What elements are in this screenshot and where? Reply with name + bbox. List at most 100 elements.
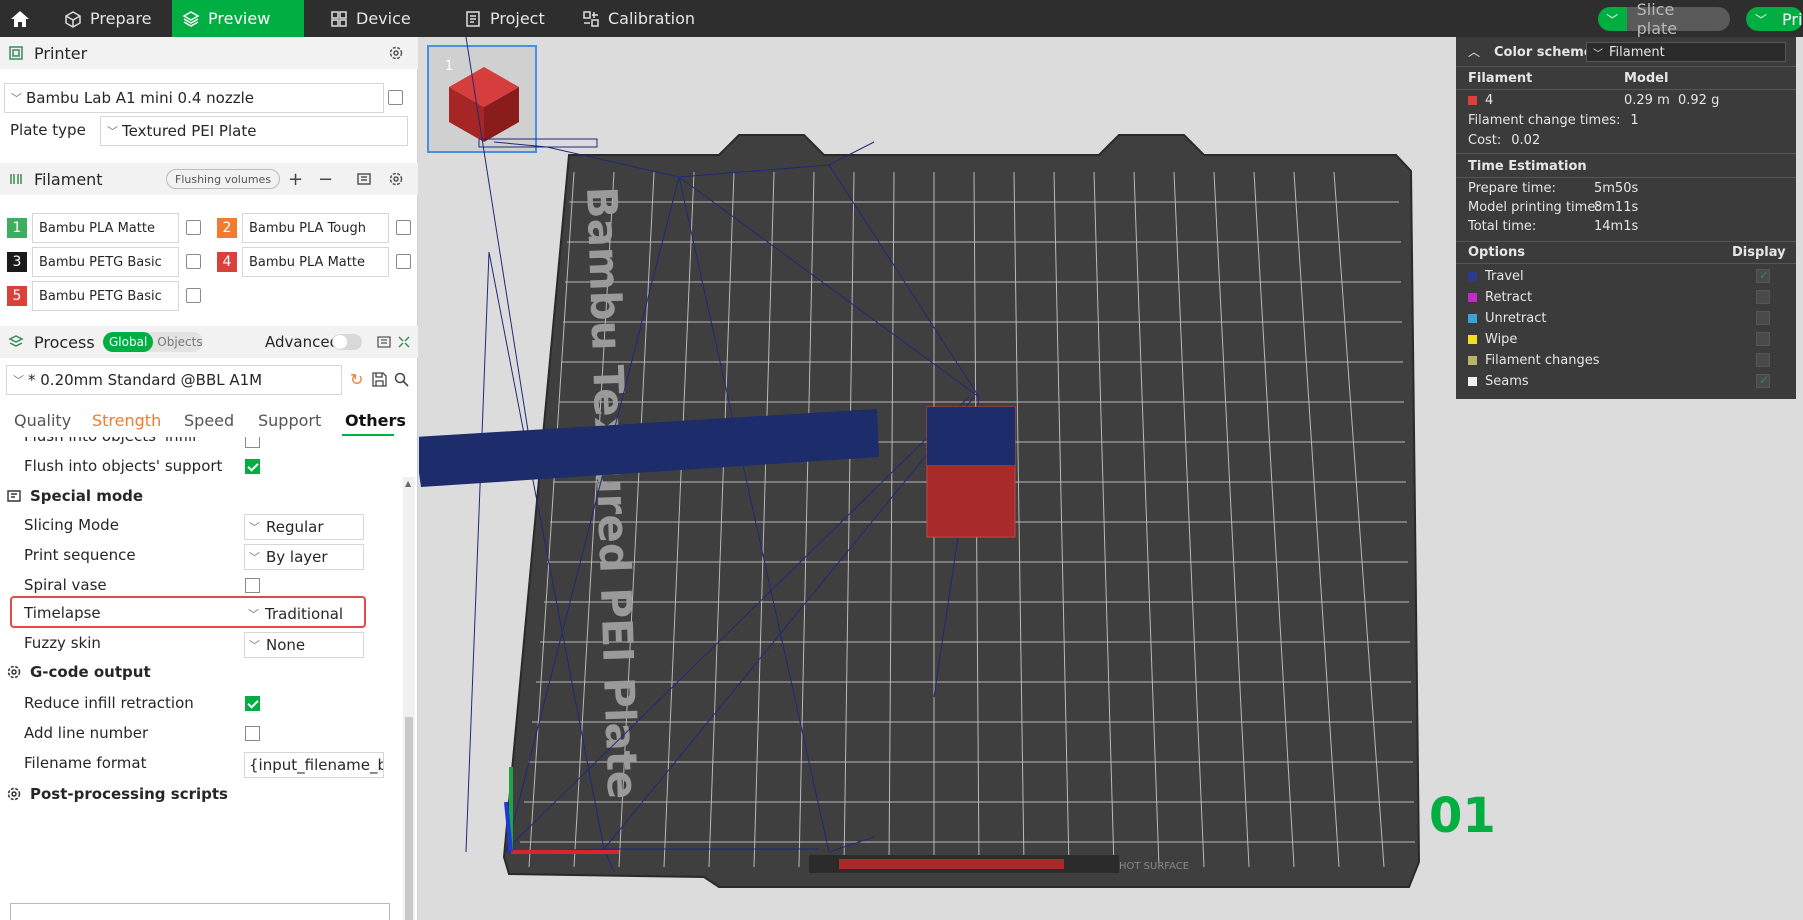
edit-icon[interactable]	[388, 90, 403, 105]
add-filament-icon[interactable]: +	[288, 169, 303, 190]
home-button[interactable]	[0, 0, 40, 37]
print-sequence-select[interactable]: ﹀ By layer	[244, 544, 364, 570]
chevron-down-icon[interactable]: ﹀	[1598, 7, 1627, 31]
filament-title: Filament	[34, 169, 103, 189]
timelapse-select[interactable]: ﹀ Traditional	[244, 601, 364, 627]
filament-3-select[interactable]: Bambu PETG Basic	[32, 247, 179, 277]
search-icon[interactable]	[394, 372, 409, 387]
filament-2-badge[interactable]: 2	[217, 218, 237, 238]
add-line-number-checkbox[interactable]	[245, 726, 260, 741]
printer-title: Printer	[34, 43, 88, 63]
tab-speed[interactable]: Speed	[184, 411, 234, 430]
filament-5-select[interactable]: Bambu PETG Basic	[32, 281, 179, 311]
slice-plate-button[interactable]: ﹀ Slice plate	[1598, 0, 1730, 38]
spiral-vase-checkbox[interactable]	[245, 578, 260, 593]
travel-display-checkbox[interactable]: ✓	[1756, 268, 1770, 283]
post-processing-header: Post-processing scripts	[6, 785, 228, 803]
scroll-up-icon[interactable]: ▲	[405, 479, 411, 488]
slicing-mode-select[interactable]: ﹀ Regular	[244, 514, 364, 540]
flushing-volumes-button[interactable]: Flushing volumes	[166, 169, 281, 189]
global-option[interactable]: Global	[103, 332, 154, 352]
add-line-number-label: Add line number	[24, 724, 149, 742]
color-scheme-label: Color scheme	[1494, 45, 1593, 60]
chevron-down-icon: ﹀	[249, 521, 260, 534]
reset-icon[interactable]: ↻	[350, 370, 363, 389]
post-processing-scripts-textarea[interactable]	[10, 903, 390, 920]
edit-icon[interactable]	[186, 254, 201, 269]
process-preset-select[interactable]: ﹀ * 0.20mm Standard @BBL A1M	[6, 365, 342, 395]
tab-support[interactable]: Support	[258, 411, 321, 430]
filament-icon	[10, 174, 22, 184]
sync-ams-icon[interactable]	[356, 171, 372, 187]
printer-icon	[9, 46, 23, 60]
retract-display-checkbox[interactable]	[1756, 290, 1770, 304]
color-scheme-select[interactable]: ﹀ Filament	[1586, 42, 1786, 62]
print-plate-button[interactable]: ﹀ Pri	[1746, 7, 1803, 31]
reduce-infill-label: Reduce infill retraction	[24, 694, 194, 712]
filament-3-badge[interactable]: 3	[7, 252, 27, 272]
tab-project[interactable]: Project	[454, 0, 564, 37]
sidebar-scrollbar[interactable]: ▲	[403, 477, 415, 920]
global-objects-toggle[interactable]: Global Objects	[103, 332, 203, 352]
fuzzy-skin-select[interactable]: ﹀ None	[244, 632, 364, 658]
gear-icon[interactable]	[388, 45, 404, 61]
unretract-display-checkbox[interactable]	[1756, 311, 1770, 325]
edit-icon[interactable]	[186, 220, 201, 235]
advanced-toggle[interactable]	[332, 334, 362, 350]
filament-4-select[interactable]: Bambu PLA Matte	[242, 247, 389, 277]
edit-icon[interactable]	[186, 288, 201, 303]
tab-prepare[interactable]: Prepare	[54, 0, 172, 37]
wipe-display-checkbox[interactable]	[1756, 332, 1770, 346]
plate-index: 01	[1429, 788, 1496, 844]
project-icon	[466, 10, 480, 27]
flush-infill-checkbox[interactable]	[245, 437, 260, 448]
tab-quality[interactable]: Quality	[14, 411, 71, 430]
remove-filament-icon[interactable]: −	[318, 169, 333, 190]
process-section-header: Process Global Objects Advanced	[0, 326, 418, 358]
process-icon	[8, 335, 24, 347]
printer-select[interactable]: ﹀ Bambu Lab A1 mini 0.4 nozzle	[4, 83, 384, 113]
filament-4-badge[interactable]: 4	[217, 252, 237, 272]
filament-5-badge[interactable]: 5	[7, 286, 27, 306]
advanced-label: Advanced	[265, 333, 340, 351]
total-time-value: 14m1s	[1594, 219, 1639, 234]
tab-calibration[interactable]: Calibration	[572, 0, 712, 37]
travel-swatch	[1468, 272, 1477, 281]
compare-icon[interactable]	[396, 334, 412, 350]
filament-1-badge[interactable]: 1	[7, 218, 27, 238]
spiral-vase-label: Spiral vase	[24, 576, 107, 594]
filament-2-select[interactable]: Bambu PLA Tough	[242, 213, 389, 243]
retract-swatch	[1468, 293, 1477, 302]
list-icon[interactable]	[376, 334, 392, 350]
top-toolbar: Prepare Preview Device Project Calibrati…	[0, 0, 1803, 38]
model-col-header: Model	[1624, 71, 1669, 86]
chevron-down-icon[interactable]: ﹀	[1746, 7, 1776, 31]
timelapse-label: Timelapse	[24, 604, 101, 622]
filament-changes-display-checkbox[interactable]	[1756, 353, 1770, 367]
filename-format-input[interactable]: {input_filename_b	[244, 752, 384, 778]
filament-weight: 0.92 g	[1678, 93, 1720, 108]
tab-preview[interactable]: Preview	[172, 0, 304, 37]
edit-icon[interactable]	[396, 254, 411, 269]
objects-option[interactable]: Objects	[153, 332, 206, 352]
filament-1-select[interactable]: Bambu PLA Matte	[32, 213, 179, 243]
edit-icon[interactable]	[396, 220, 411, 235]
hot-surface-label: HOT SURFACE	[1119, 861, 1189, 872]
tab-others[interactable]: Others	[345, 411, 406, 430]
chevron-down-icon: ﹀	[249, 551, 260, 564]
change-times-row: Filament change times: 1	[1468, 113, 1639, 128]
process-title: Process	[34, 332, 95, 352]
cost-row: Cost: 0.02	[1468, 133, 1541, 148]
option-seams: Seams	[1468, 374, 1529, 389]
seams-display-checkbox[interactable]: ✓	[1756, 373, 1770, 388]
option-travel: Travel	[1468, 269, 1524, 284]
collapse-chevron-icon[interactable]: ︿	[1468, 43, 1480, 60]
plate-type-select[interactable]: ﹀ Textured PEI Plate	[100, 116, 408, 146]
device-icon	[331, 10, 347, 27]
flush-support-checkbox[interactable]	[245, 459, 260, 474]
save-icon[interactable]	[372, 372, 387, 387]
reduce-infill-checkbox[interactable]	[245, 696, 260, 711]
tab-strength[interactable]: Strength	[92, 411, 161, 430]
gear-icon[interactable]	[388, 171, 404, 187]
tab-device[interactable]: Device	[320, 0, 430, 37]
